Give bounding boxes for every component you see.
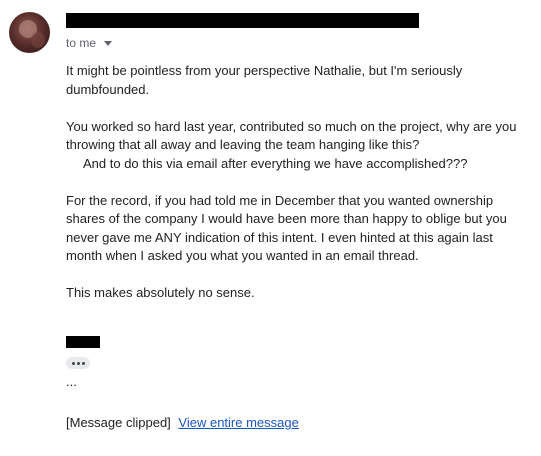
recipient-label: to me	[66, 36, 97, 50]
more-horiz-icon	[71, 361, 75, 365]
signature-redacted	[66, 336, 100, 348]
message-clipped-notice: [Message clipped] View entire message	[66, 415, 299, 430]
more-horiz-icon	[76, 361, 80, 365]
show-trimmed-content-button[interactable]	[66, 357, 90, 369]
message-paragraph: For the record, if you had told me in De…	[66, 192, 507, 264]
message-body: It might be pointless from your perspect…	[66, 62, 526, 321]
avatar-image-blur	[31, 32, 45, 48]
recipient-line[interactable]: to me	[66, 36, 113, 50]
view-entire-message-link[interactable]: View entire message	[178, 415, 298, 430]
message-line: And to do this via email after everythin…	[83, 155, 468, 171]
message-paragraph: You worked so hard last year, contribute…	[66, 118, 526, 174]
sender-avatar[interactable]	[9, 12, 50, 53]
chevron-down-icon[interactable]	[104, 41, 113, 46]
message-paragraph: This makes absolutely no sense.	[66, 285, 255, 300]
more-horiz-icon	[81, 361, 85, 365]
clipped-label: [Message clipped]	[66, 415, 171, 430]
trailing-ellipsis: ...	[66, 374, 77, 389]
message-line: You worked so hard last year, contribute…	[66, 118, 517, 153]
sender-name-redacted	[66, 13, 419, 28]
message-paragraph: It might be pointless from your perspect…	[66, 63, 463, 97]
